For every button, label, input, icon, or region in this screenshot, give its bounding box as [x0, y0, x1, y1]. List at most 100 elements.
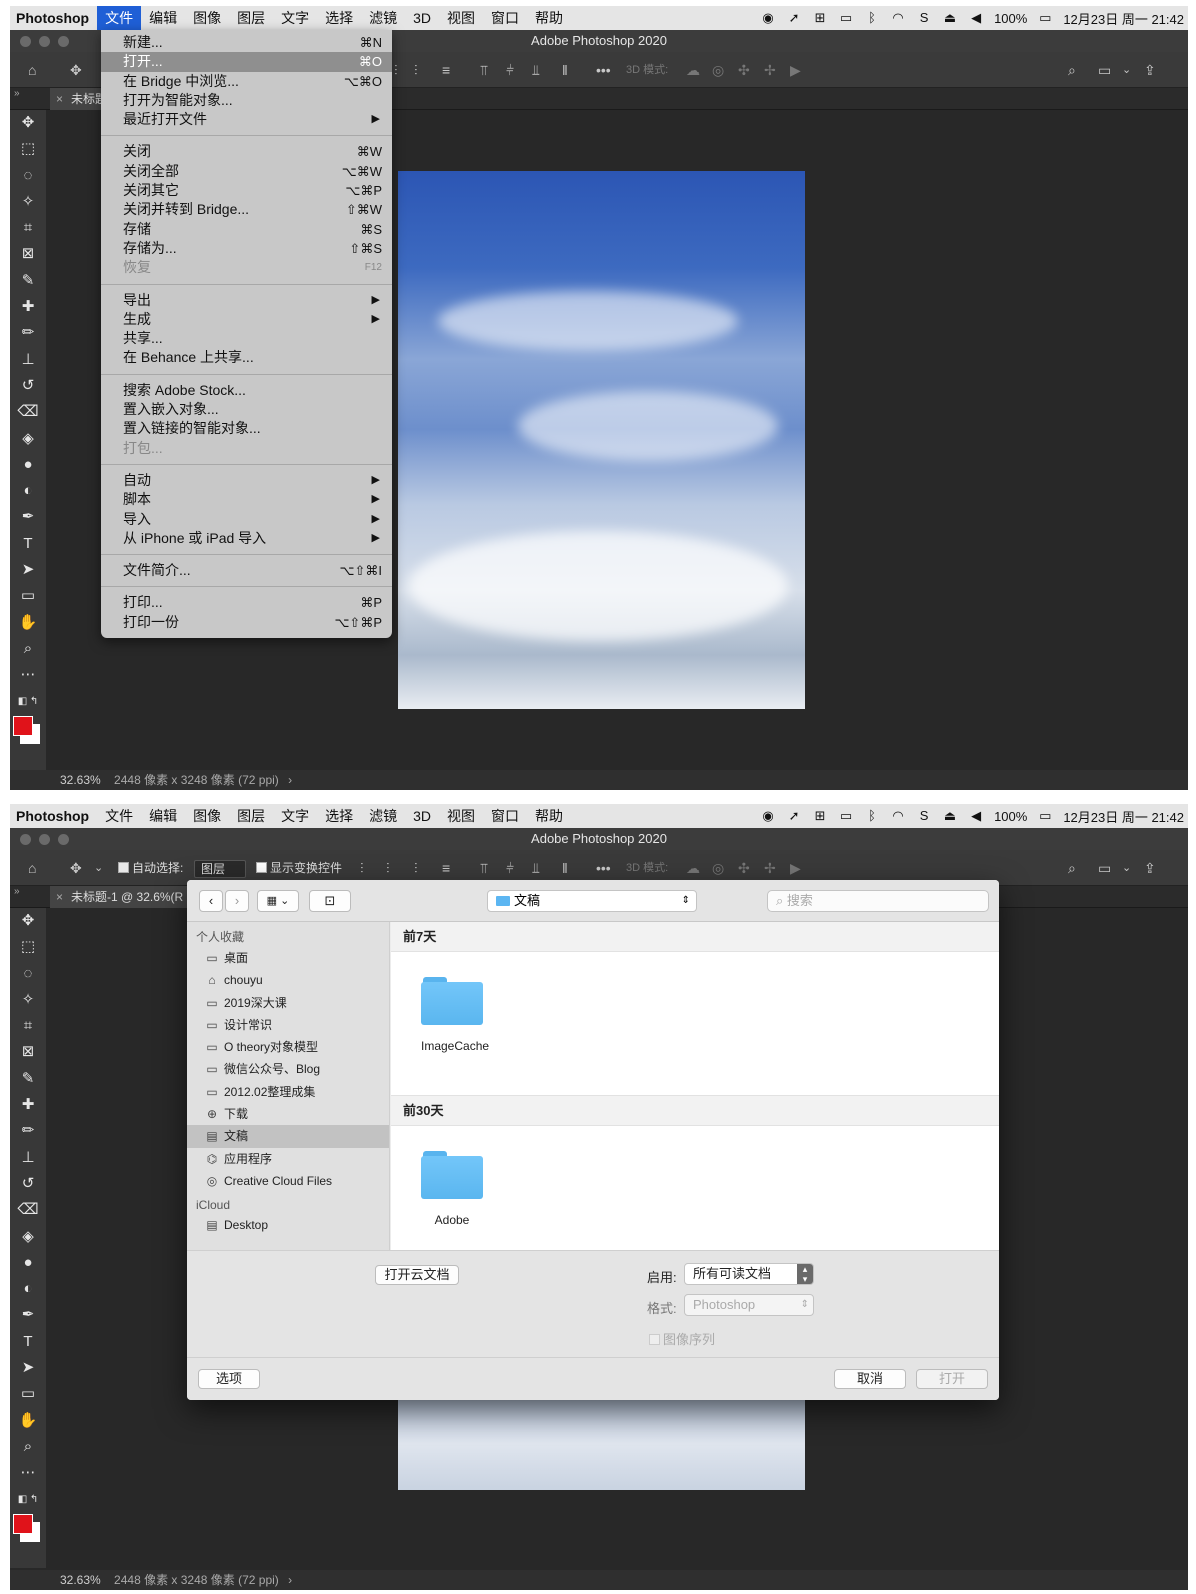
document-info[interactable]: 2448 像素 x 3248 像素 (72 ppi) — [114, 1573, 279, 1587]
align-center-icon[interactable]: ⫶ — [386, 858, 390, 878]
magic-wand-icon[interactable]: ✧ — [10, 987, 46, 1013]
search-icon[interactable]: ⌕ — [1068, 60, 1076, 80]
search-field[interactable]: ⌕ 搜索 — [767, 890, 989, 912]
sidebar-item[interactable]: ▭ 微信公众号、Blog — [187, 1058, 389, 1080]
auto-select-dropdown[interactable]: 图层 — [194, 858, 247, 878]
app-s-icon[interactable]: S — [916, 11, 932, 25]
distribute-icon[interactable]: ≡ — [442, 858, 450, 878]
menu-2[interactable]: 图像 — [185, 6, 229, 30]
menu-1[interactable]: 编辑 — [141, 804, 185, 828]
menu-1[interactable]: 编辑 — [141, 6, 185, 30]
view-mode-button[interactable]: ▦ ⌄ — [257, 890, 299, 912]
file-menu-item[interactable]: 搜索 Adobe Stock... — [101, 381, 392, 400]
align-bottom-icon[interactable]: ⫫ — [532, 60, 540, 80]
file-menu-item[interactable]: 生成 ▶ — [101, 310, 392, 329]
chevron-right-icon[interactable]: › — [288, 1573, 292, 1587]
chevron-down-icon[interactable]: ⌄ — [1122, 60, 1131, 80]
history-brush-icon[interactable]: ↺ — [10, 373, 46, 399]
crop-tool-icon[interactable]: ⌗ — [10, 1013, 46, 1039]
tab-close-icon[interactable]: × — [56, 92, 63, 106]
align-middle-icon[interactable]: ⫩ — [506, 60, 514, 80]
file-menu-item[interactable]: 导出 ▶ — [101, 291, 392, 310]
sidebar-item[interactable]: ◎ Creative Cloud Files — [187, 1170, 389, 1192]
align-left-icon[interactable]: ⫶ — [394, 60, 398, 80]
menu-7[interactable]: 3D — [405, 6, 439, 30]
file-menu-item[interactable]: 最近打开文件 ▶ — [101, 110, 392, 129]
file-menu-item[interactable]: 新建... ⌘N — [101, 33, 392, 52]
eject-icon[interactable]: ⏏ — [942, 809, 958, 823]
file-menu-item[interactable]: 打包... — [101, 439, 392, 458]
file-menu-item[interactable]: 文件简介... ⌥⇧⌘I — [101, 561, 392, 580]
sidebar-item[interactable]: ⊕ 下载 — [187, 1103, 389, 1125]
slide-3d-icon[interactable]: ✢ — [764, 858, 776, 878]
file-menu-item[interactable]: 打开... ⌘O — [101, 52, 392, 72]
zoom-readout[interactable]: 32.63% — [60, 773, 101, 787]
eraser-icon[interactable]: ⌫ — [10, 1197, 46, 1223]
clone-stamp-icon[interactable]: ⊥ — [10, 347, 46, 373]
image-sequence-checkbox[interactable]: 图像序列 — [649, 1329, 715, 1348]
grid-icon[interactable]: ⊞ — [812, 809, 828, 823]
new-folder-button[interactable]: ⊡ — [309, 890, 351, 912]
lasso-tool-icon[interactable]: ◌ — [10, 961, 46, 987]
menu-9[interactable]: 窗口 — [483, 804, 527, 828]
orbit-3d-icon[interactable]: ☁ — [686, 60, 700, 80]
file-menu-item[interactable]: 置入链接的智能对象... — [101, 419, 392, 438]
menu-3[interactable]: 图层 — [229, 804, 273, 828]
menu-8[interactable]: 视图 — [439, 6, 483, 30]
menu-3[interactable]: 图层 — [229, 6, 273, 30]
more-tools-icon[interactable]: ⋯ — [10, 662, 46, 688]
distribute-icon[interactable]: ≡ — [442, 60, 450, 80]
move-tool-icon[interactable]: ✥ — [70, 60, 82, 80]
close-window-button[interactable] — [20, 36, 31, 47]
volume-icon[interactable]: ◀ — [968, 11, 984, 25]
send-icon[interactable]: ➚ — [786, 11, 802, 25]
chevron-down-icon[interactable]: ⌄ — [1122, 858, 1131, 878]
tab-close-icon[interactable]: × — [56, 890, 63, 904]
menu-0[interactable]: 文件 — [97, 6, 142, 30]
clock[interactable]: 12月23日 周一 21:42 — [1063, 9, 1184, 28]
file-menu-item[interactable]: 脚本 ▶ — [101, 490, 392, 509]
slide-3d-icon[interactable]: ✢ — [764, 60, 776, 80]
move-tool-icon[interactable]: ✥ — [70, 858, 82, 878]
eyedropper-icon[interactable]: ✎ — [10, 1066, 46, 1092]
workspace-icon[interactable]: ▭ — [1098, 858, 1111, 878]
camera-3d-icon[interactable]: ▶ — [790, 60, 801, 80]
crop-tool-icon[interactable]: ⌗ — [10, 215, 46, 241]
file-menu-item[interactable]: 自动 ▶ — [101, 471, 392, 490]
magic-wand-icon[interactable]: ✧ — [10, 189, 46, 215]
menu-4[interactable]: 文字 — [273, 804, 317, 828]
align-bottom-icon[interactable]: ⫫ — [532, 858, 540, 878]
menu-9[interactable]: 窗口 — [483, 6, 527, 30]
align-left-icon[interactable]: ⫶ — [360, 858, 364, 878]
show-transform-checkbox[interactable]: 显示变换控件 — [256, 858, 342, 878]
file-menu-item[interactable]: 在 Bridge 中浏览... ⌥⌘O — [101, 72, 392, 91]
zoom-tool-icon[interactable]: ⌕ — [10, 1434, 46, 1460]
sidebar-item[interactable]: ▤ Desktop — [187, 1214, 389, 1236]
menu-8[interactable]: 视图 — [439, 804, 483, 828]
path-select-icon[interactable]: ➤ — [10, 557, 46, 583]
volume-icon[interactable]: ◀ — [968, 809, 984, 823]
menu-0[interactable]: 文件 — [97, 804, 141, 828]
dodge-tool-icon[interactable]: ◐ — [10, 1276, 46, 1302]
history-brush-icon[interactable]: ↺ — [10, 1171, 46, 1197]
document-tab[interactable]: × 未标题-1 @ 32.6%(R — [50, 886, 194, 908]
eject-icon[interactable]: ⏏ — [942, 11, 958, 25]
zoom-readout[interactable]: 32.63% — [60, 1573, 101, 1587]
foreground-color-swatch[interactable] — [13, 716, 33, 736]
brush-tool-icon[interactable]: ✏ — [10, 320, 46, 346]
paint-bucket-icon[interactable]: ◈ — [10, 426, 46, 452]
type-tool-icon[interactable]: T — [10, 1329, 46, 1355]
marquee-tool-icon[interactable]: ⬚ — [10, 136, 46, 162]
sidebar-item[interactable]: ▭ 2019深大课 — [187, 992, 389, 1014]
app-s-icon[interactable]: S — [916, 809, 932, 823]
rectangle-tool-icon[interactable]: ▭ — [10, 1381, 46, 1407]
cancel-button[interactable]: 取消 — [834, 1369, 906, 1389]
sidebar-item[interactable]: ▭ 2012.02整理成集 — [187, 1081, 389, 1103]
file-menu-item[interactable]: 关闭并转到 Bridge... ⇧⌘W — [101, 200, 392, 219]
frame-tool-icon[interactable]: ⊠ — [10, 241, 46, 267]
hand-tool-icon[interactable]: ✋ — [10, 610, 46, 636]
swap-colors-icon[interactable]: ◧ ↰ — [10, 1487, 46, 1513]
minimize-window-button[interactable] — [39, 36, 50, 47]
airplay-icon[interactable]: ▭ — [838, 809, 854, 823]
file-menu-item[interactable]: 关闭全部 ⌥⌘W — [101, 162, 392, 181]
